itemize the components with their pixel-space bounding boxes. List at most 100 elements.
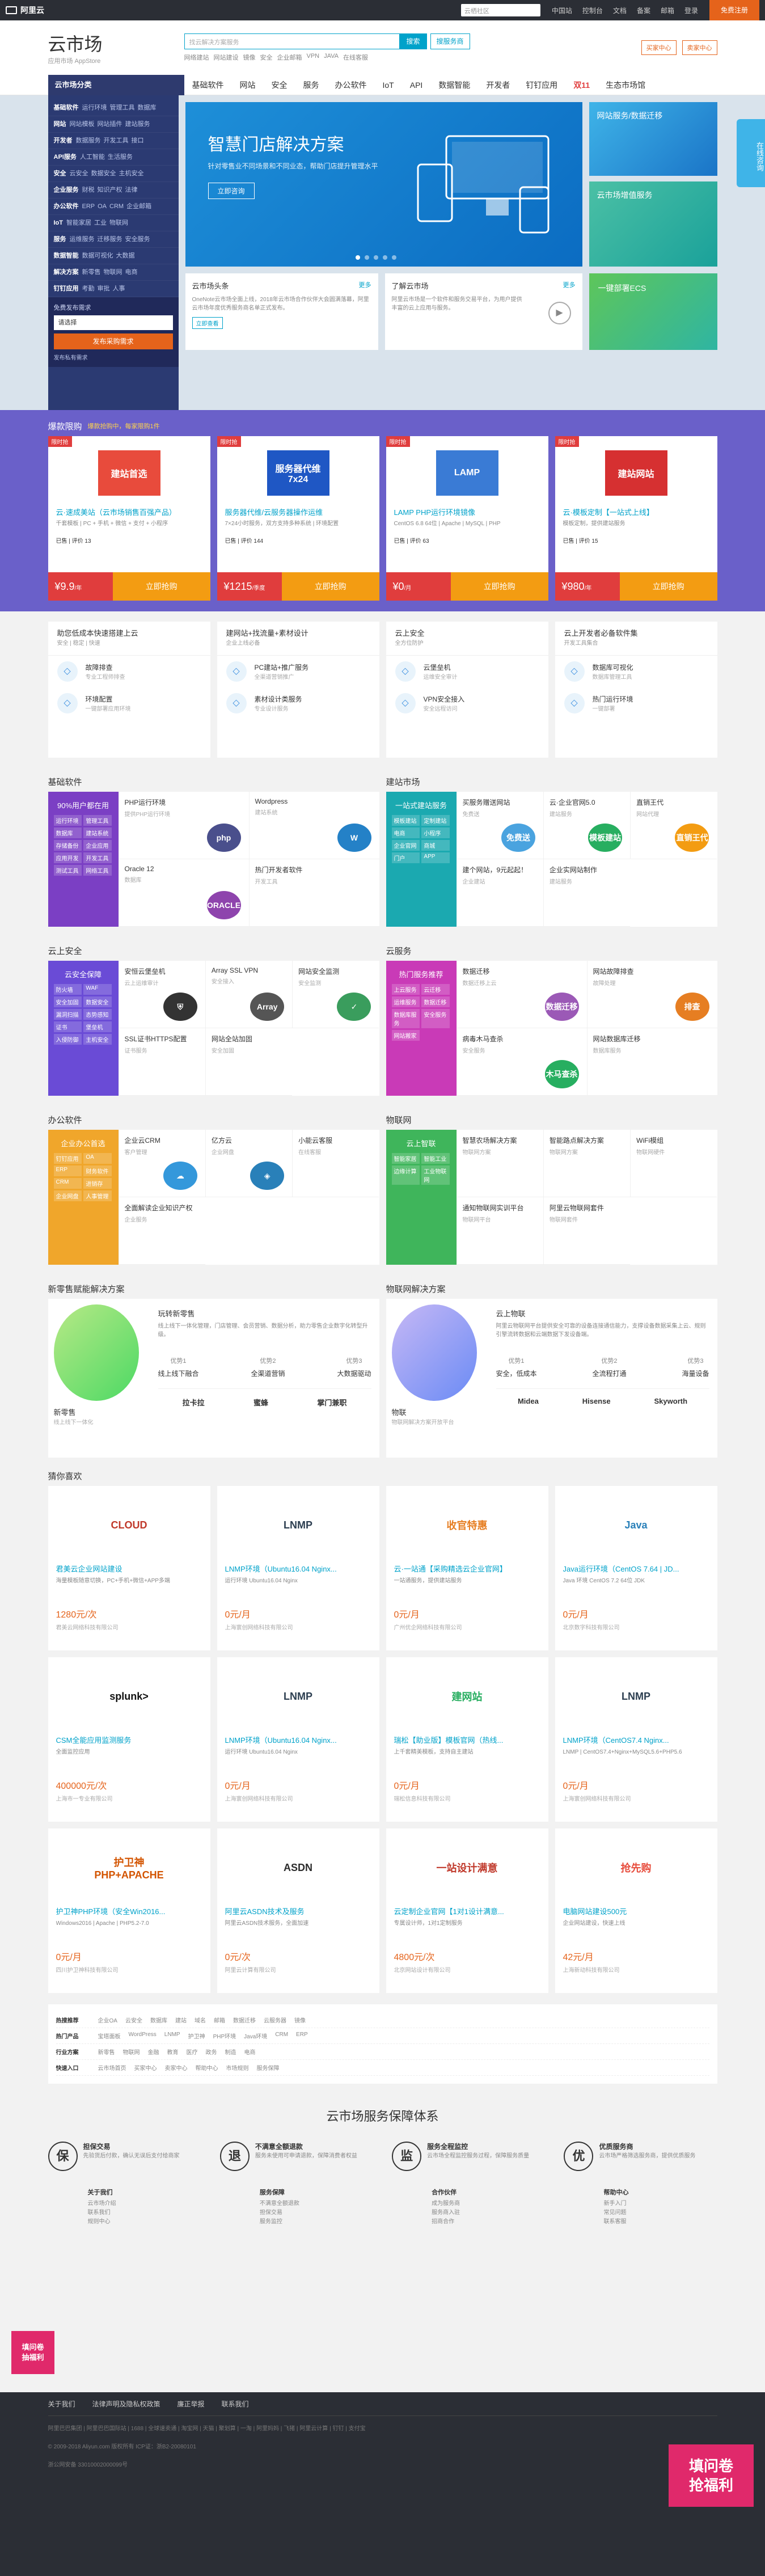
product-title[interactable]: 电脑网站建设500元 bbox=[563, 1906, 709, 1916]
footer-group-link[interactable]: 常见问题 bbox=[603, 2208, 717, 2218]
deal-buy-button[interactable]: 立即抢购 bbox=[112, 572, 210, 601]
product-card[interactable]: 抢先购 电脑网站建设500元 企业网站建设，快速上线 42元/月 上海新动科技有限公司 bbox=[555, 1828, 717, 1993]
category-sub[interactable]: 开发工具 bbox=[104, 137, 129, 144]
deal-buy-button[interactable]: 立即抢购 bbox=[619, 572, 717, 601]
category-tag[interactable]: 进销存 bbox=[83, 1178, 112, 1189]
category-tag[interactable]: 智能工业 bbox=[421, 1153, 450, 1164]
partner-brand[interactable]: Skyworth bbox=[654, 1397, 688, 1405]
hotlink[interactable]: 医疗 bbox=[187, 2047, 198, 2056]
product-cell[interactable]: 阿里云物联网套件 物联网套件 bbox=[543, 1197, 631, 1265]
product-cell[interactable]: 安恒云堡垒机 云上运维审计 ⛨ bbox=[118, 961, 205, 1028]
hotlink[interactable]: CRM bbox=[275, 2032, 288, 2040]
category-tag[interactable]: 数据安全 bbox=[83, 996, 112, 1007]
category-sub[interactable]: 人事 bbox=[113, 285, 125, 292]
nav-item[interactable]: 钉钉应用 bbox=[518, 75, 565, 95]
product-cell[interactable]: PHP运行环境 提供PHP运行环境 php bbox=[118, 792, 249, 859]
footer-link[interactable]: 廉正举报 bbox=[177, 2399, 205, 2409]
category-tag[interactable]: APP bbox=[421, 852, 450, 863]
category-tag[interactable]: 测试工具 bbox=[53, 865, 82, 876]
category-tag[interactable]: 应用开发 bbox=[53, 852, 82, 863]
ad-value-added[interactable]: 云市场增值服务 bbox=[589, 181, 717, 267]
product-cell[interactable]: 通知物联网实训平台 物联网平台 bbox=[456, 1197, 543, 1265]
product-cell[interactable]: 网站安全监测 安全监测 ✓ bbox=[292, 961, 379, 1028]
category-sub[interactable]: 新零售 bbox=[82, 269, 101, 276]
category-tag[interactable]: OA bbox=[83, 1153, 112, 1164]
search-vendor-button[interactable]: 搜服务商 bbox=[430, 33, 470, 49]
category-sub[interactable]: 云安全 bbox=[70, 170, 88, 177]
product-cell[interactable]: 智慧农场解决方案 物联网方案 bbox=[456, 1130, 543, 1197]
product-vendor[interactable]: 上海市一专业有限公司 bbox=[56, 1794, 202, 1802]
category-tag[interactable]: 定制建站 bbox=[421, 815, 450, 826]
category-sub[interactable]: ERP bbox=[82, 203, 95, 210]
category-tag[interactable]: 运行环境 bbox=[53, 815, 82, 826]
footer-link[interactable]: 关于我们 bbox=[48, 2399, 75, 2409]
product-card[interactable]: 一站设计满意 云定制企业官网【1对1设计满意... 专属设计师，1对1定制服务 480… bbox=[386, 1828, 548, 1993]
hotlink[interactable]: 数据迁移 bbox=[233, 2016, 256, 2024]
brand[interactable]: 云市场 应用市场 AppStore bbox=[48, 30, 184, 65]
category-sub[interactable]: 大数据 bbox=[116, 252, 135, 259]
category-item[interactable]: 网站 网站模板 网站插件 建站服务 bbox=[48, 116, 179, 133]
category-tag[interactable]: 人事管理 bbox=[83, 1190, 112, 1201]
product-cell[interactable]: 企业云CRM 客户管理 ☁ bbox=[118, 1130, 205, 1197]
search-button[interactable]: 搜索 bbox=[399, 33, 427, 49]
product-title[interactable]: 君美云企业网站建设 bbox=[56, 1563, 202, 1574]
category-item[interactable]: 开发者 数据服务 开发工具 接口 bbox=[48, 133, 179, 149]
solution-item[interactable]: ◇ 故障排查 专业工程师排查 bbox=[48, 656, 210, 687]
nav-item[interactable]: 服务 bbox=[295, 75, 327, 95]
category-sub[interactable]: 数据安全 bbox=[91, 170, 116, 177]
product-cell[interactable]: Oracle 12 数据库 ORACLE bbox=[118, 859, 249, 927]
product-title[interactable]: LNMP环境（CentOS7.4 Nginx... bbox=[563, 1734, 709, 1745]
category-tag[interactable]: 边缘计算 bbox=[391, 1165, 420, 1185]
slide-dot[interactable] bbox=[373, 255, 378, 260]
category-sub[interactable]: 知识产权 bbox=[98, 187, 122, 193]
category-tag[interactable]: ERP bbox=[53, 1165, 82, 1176]
category-item[interactable]: 办公软件 ERP OA CRM 企业邮箱 bbox=[48, 199, 179, 215]
free-register-button[interactable]: 免费注册 bbox=[709, 0, 759, 20]
nav-item[interactable]: 基础软件 bbox=[184, 75, 232, 95]
hot-keyword[interactable]: 安全 bbox=[260, 53, 273, 62]
category-tag[interactable]: 商城 bbox=[421, 840, 450, 851]
footer-group-link[interactable]: 联系我们 bbox=[88, 2208, 201, 2218]
solution-item[interactable]: ◇ 热门运行环境 一键部署 bbox=[555, 687, 717, 719]
product-title[interactable]: LNMP环境（Ubuntu16.04 Nginx... bbox=[225, 1563, 371, 1574]
category-tag[interactable]: 安全加固 bbox=[53, 996, 82, 1007]
slide-dot[interactable] bbox=[382, 255, 387, 260]
top-link-mail[interactable]: 邮箱 bbox=[661, 6, 674, 15]
category-tag[interactable]: 漏洞扫描 bbox=[53, 1009, 82, 1020]
deal-buy-button[interactable]: 立即抢购 bbox=[281, 572, 379, 601]
hot-keyword[interactable]: JAVA bbox=[324, 53, 339, 62]
category-sub[interactable]: 审批 bbox=[98, 285, 110, 292]
hotlink[interactable]: 建站 bbox=[175, 2016, 187, 2024]
deal-card[interactable]: 限时抢 服务器代维7x24 服务器代维/云服务器操作运维 7×24小时服务，双方支持多… bbox=[217, 436, 379, 601]
hotlink[interactable]: 政务 bbox=[206, 2047, 217, 2056]
footer-group-link[interactable]: 规则中心 bbox=[88, 2218, 201, 2227]
nav-item[interactable]: 开发者 bbox=[478, 75, 518, 95]
hotlink[interactable]: LNMP bbox=[164, 2032, 180, 2040]
category-sub[interactable]: 安全服务 bbox=[125, 236, 150, 243]
category-item[interactable]: 解决方案 新零售 物联网 电商 bbox=[48, 264, 179, 281]
partner-brand[interactable]: Hisense bbox=[582, 1397, 611, 1405]
publish-demand-button[interactable]: 发布采购需求 bbox=[53, 333, 173, 349]
product-cell[interactable]: 网站全站加固 安全加固 bbox=[205, 1028, 293, 1096]
product-card[interactable]: LNMP LNMP环境（CentOS7.4 Nginx... LNMP | Cent… bbox=[555, 1657, 717, 1822]
top-link-beian[interactable]: 备案 bbox=[637, 6, 650, 15]
product-vendor[interactable]: 四川护卫神科技有限公司 bbox=[56, 1965, 202, 1974]
ad-ecs-deploy[interactable]: 一键部署ECS bbox=[589, 273, 717, 350]
category-tag[interactable]: 财务软件 bbox=[83, 1165, 112, 1176]
product-card[interactable]: 建网站 瑞松【助业版】模板官网（热线... 上千套精美模板，支持自主建站 0元/月 瑞松… bbox=[386, 1657, 548, 1822]
slide-dot[interactable] bbox=[364, 255, 369, 260]
top-link-china[interactable]: 中国站 bbox=[552, 6, 572, 15]
category-tag[interactable]: CRM bbox=[53, 1178, 82, 1189]
product-vendor[interactable]: 阿里云计算有限公司 bbox=[225, 1965, 371, 1974]
category-tag[interactable]: 数据库 bbox=[53, 827, 82, 838]
float-consult-button[interactable]: 在线咨询 bbox=[737, 119, 765, 187]
hotlink[interactable]: WordPress bbox=[129, 2032, 157, 2040]
category-tag[interactable]: 证书 bbox=[53, 1021, 82, 1032]
product-vendor[interactable]: 北京网站设计有限公司 bbox=[394, 1965, 540, 1974]
solution-card[interactable]: 云上安全 全方位防护 ◇ 云堡垒机 运维安全审计 ◇ VPN安全接入 安全远程访问 bbox=[386, 622, 548, 758]
partner-brand[interactable]: 掌门兼职 bbox=[317, 1397, 346, 1408]
category-item[interactable]: 钉钉应用 考勤 审批 人事 bbox=[48, 281, 179, 297]
partner-brand[interactable]: 拉卡拉 bbox=[183, 1397, 205, 1408]
category-tag[interactable]: 入侵防御 bbox=[53, 1034, 82, 1045]
hot-keyword[interactable]: 镜像 bbox=[243, 53, 256, 62]
